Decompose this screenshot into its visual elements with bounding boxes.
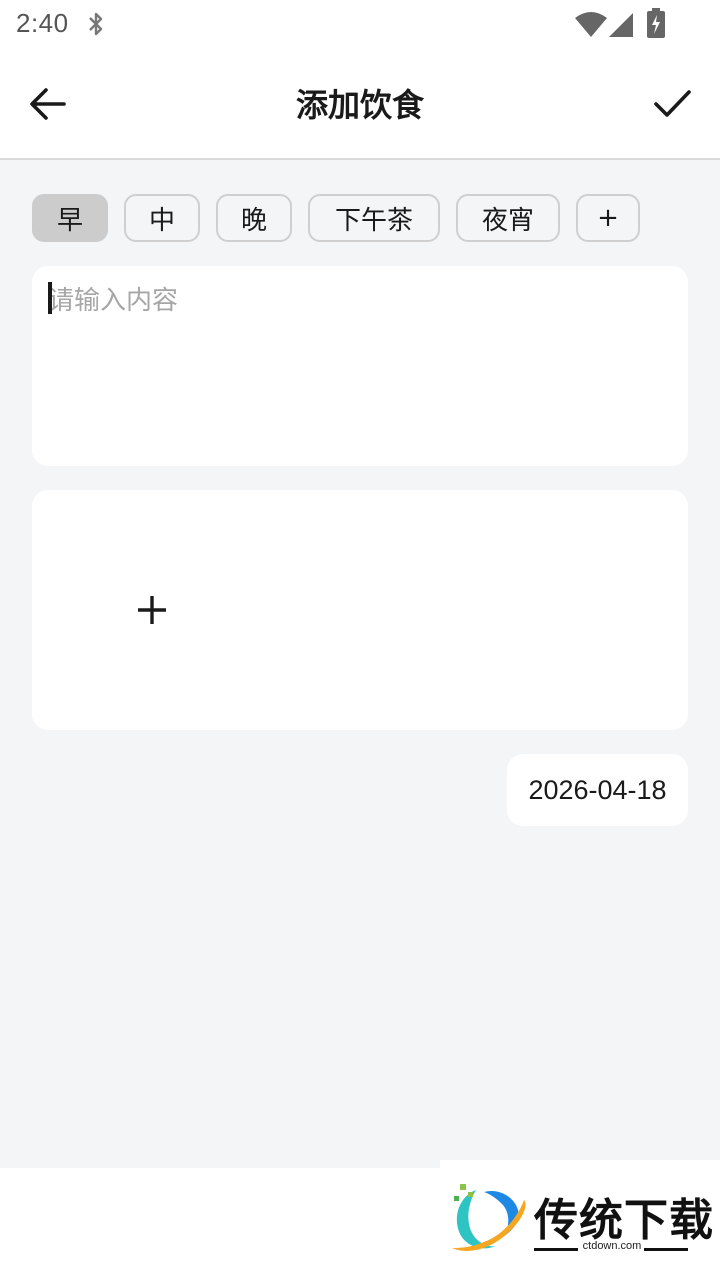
battery-charging-icon: [647, 8, 665, 38]
signal-icon: [609, 13, 633, 37]
date-picker-button[interactable]: 2026-04-18: [507, 754, 688, 826]
watermark-divider-left: [534, 1248, 578, 1251]
page-title: 添加饮食: [295, 86, 424, 124]
watermark-title: 传统下载: [534, 1195, 714, 1246]
chip-breakfast[interactable]: 早: [32, 194, 108, 242]
chip-lunch[interactable]: 中: [124, 194, 200, 242]
add-chip-button[interactable]: +: [576, 194, 640, 242]
chip-afternoon-tea[interactable]: 下午茶: [308, 194, 440, 242]
content-card: [32, 266, 688, 466]
add-photo-button[interactable]: [128, 580, 176, 640]
watermark-logo-icon: [452, 1184, 526, 1251]
status-bar: 2:40: [0, 0, 720, 52]
status-time: 2:40: [16, 8, 69, 38]
watermark-divider-right: [644, 1248, 688, 1251]
watermark-url: ctdown.com: [582, 1240, 642, 1252]
check-icon[interactable]: [652, 86, 692, 122]
wifi-icon: [575, 12, 607, 37]
chip-dinner[interactable]: 晚: [216, 194, 292, 242]
bluetooth-icon: [89, 12, 103, 36]
content-input[interactable]: [48, 280, 668, 450]
text-caret: [48, 282, 52, 314]
chip-late-night-snack[interactable]: 夜宵: [456, 194, 560, 242]
watermark: 传统下载 ctdown.com: [440, 1160, 720, 1280]
app-bar: 添加饮食: [0, 52, 720, 160]
photo-card: [32, 490, 688, 730]
plus-icon: [138, 596, 166, 624]
